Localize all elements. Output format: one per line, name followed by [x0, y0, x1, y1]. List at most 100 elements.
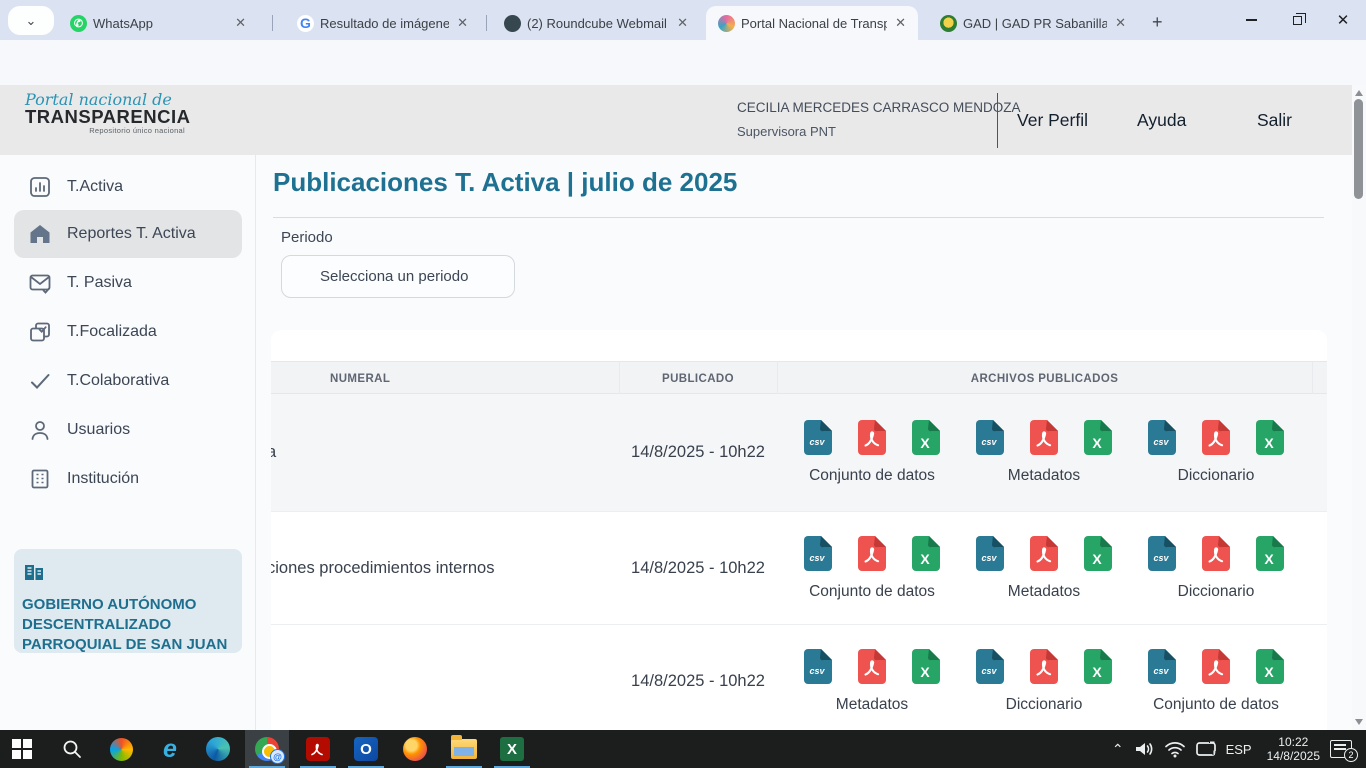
user-info: CECILIA MERCEDES CARRASCO MENDOZA Superv…	[737, 100, 987, 139]
taskbar-search-button[interactable]	[50, 730, 94, 768]
pdf-file-icon[interactable]	[858, 420, 886, 455]
csv-file-icon[interactable]	[1148, 536, 1176, 571]
pdf-file-icon[interactable]	[858, 536, 886, 571]
title-divider	[273, 217, 1324, 218]
tab-separator	[486, 15, 487, 31]
csv-file-icon[interactable]	[976, 420, 1004, 455]
xls-file-icon[interactable]	[912, 649, 940, 684]
file-group-label: Diccionario	[1006, 696, 1083, 714]
xls-file-icon[interactable]	[1256, 536, 1284, 571]
language-indicator[interactable]: ESP	[1226, 742, 1252, 757]
csv-file-icon[interactable]	[804, 649, 832, 684]
taskbar-chrome-button[interactable]: @	[245, 730, 289, 768]
file-group: Diccionario	[1131, 420, 1301, 485]
wifi-icon[interactable]	[1164, 740, 1186, 758]
tray-clock[interactable]: 10:22 14/8/2025	[1267, 735, 1320, 763]
sidebar-item-institucion[interactable]: Institución	[14, 455, 242, 503]
numeral-cell: ciones procedimientos internos	[271, 512, 619, 624]
pdf-file-icon[interactable]	[1202, 536, 1230, 571]
sidebar-item-reportes-t-activa[interactable]: Reportes T. Activa	[14, 210, 242, 258]
csv-file-icon[interactable]	[804, 420, 832, 455]
taskbar-edge-button[interactable]	[196, 730, 240, 768]
tab-portal-transparencia-active[interactable]: Portal Nacional de Transpare ✕	[706, 6, 918, 40]
taskbar-firefox-button[interactable]	[393, 730, 437, 768]
tab-close-icon[interactable]: ✕	[893, 15, 908, 31]
period-select[interactable]: Selecciona un periodo	[281, 255, 515, 298]
files-cell: Conjunto de datos Metadatos	[777, 512, 1312, 624]
tab-gad-sabanilla[interactable]: GAD | GAD PR Sabanilla | ✕	[928, 6, 1138, 40]
new-tab-button[interactable]: +	[1152, 12, 1163, 33]
pdf-file-icon[interactable]	[1030, 536, 1058, 571]
scrollbar-thumb[interactable]	[1354, 99, 1363, 199]
table-row: ciones procedimientos internos 14/8/2025…	[271, 512, 1327, 625]
pdf-file-icon[interactable]	[1202, 649, 1230, 684]
column-header-numeral: NUMERAL	[330, 362, 390, 395]
pnt-logo[interactable]: Portal nacional de TRANSPARENCIA Reposit…	[25, 93, 185, 135]
institution-card[interactable]: GOBIERNO AUTÓNOMO DESCENTRALIZADO PARROQ…	[14, 549, 242, 653]
sidebar-item-label: T. Pasiva	[67, 274, 132, 292]
taskbar-copilot-button[interactable]	[99, 730, 143, 768]
column-header-archivos: ARCHIVOS PUBLICADOS	[777, 362, 1312, 395]
browser-tab-strip: ⌄ ✆ WhatsApp ✕ G Resultado de imágenes d…	[0, 0, 1366, 40]
sidebar-item-label: Reportes T. Activa	[67, 225, 196, 243]
browser-toolbar: ← → ↻ transparencia.dpe.gob.ec/admin/rep…	[0, 40, 1366, 85]
xls-file-icon[interactable]	[1256, 420, 1284, 455]
restore-button[interactable]	[1274, 0, 1320, 40]
tab-whatsapp[interactable]: ✆ WhatsApp ✕	[58, 6, 258, 40]
csv-file-icon[interactable]	[1148, 420, 1176, 455]
taskbar-internet-explorer-button[interactable]: e	[148, 730, 192, 768]
taskbar-outlook-button[interactable]: O	[344, 730, 388, 768]
tab-close-icon[interactable]: ✕	[1113, 15, 1128, 31]
xls-file-icon[interactable]	[1084, 536, 1112, 571]
ayuda-link[interactable]: Ayuda	[1137, 110, 1186, 131]
tab-google-images[interactable]: G Resultado de imágenes de G ✕	[285, 6, 480, 40]
tab-roundcube[interactable]: (2) Roundcube Webmail :: En ✕	[492, 6, 700, 40]
action-center-icon[interactable]: 2	[1330, 740, 1352, 758]
user-icon	[28, 418, 52, 442]
close-button[interactable]: ✕	[1320, 0, 1366, 40]
tray-time: 10:22	[1267, 735, 1320, 749]
xls-file-icon[interactable]	[1084, 649, 1112, 684]
page-scrollbar[interactable]	[1352, 85, 1366, 730]
pdf-file-icon[interactable]	[858, 649, 886, 684]
csv-file-icon[interactable]	[1148, 649, 1176, 684]
xls-file-icon[interactable]	[912, 420, 940, 455]
csv-file-icon[interactable]	[976, 536, 1004, 571]
tab-close-icon[interactable]: ✕	[233, 15, 248, 31]
tab-search-button[interactable]: ⌄	[8, 6, 54, 35]
scroll-down-icon[interactable]	[1355, 719, 1363, 725]
tab-close-icon[interactable]: ✕	[455, 15, 470, 31]
bar-chart-icon	[28, 175, 52, 199]
cast-display-icon[interactable]	[1195, 740, 1217, 758]
taskbar-acrobat-button[interactable]	[296, 730, 340, 768]
xls-file-icon[interactable]	[1256, 649, 1284, 684]
start-button[interactable]	[0, 730, 44, 768]
period-select-value: Selecciona un periodo	[320, 268, 468, 285]
table-row: a 14/8/2025 - 10h22 Conjunto de datos	[271, 394, 1327, 512]
sidebar-item-t-focalizada[interactable]: T.Focalizada	[14, 308, 242, 356]
sidebar-item-t-colaborativa[interactable]: T.Colaborativa	[14, 357, 242, 405]
pdf-file-icon[interactable]	[1030, 649, 1058, 684]
sidebar-item-t-pasiva[interactable]: T. Pasiva	[14, 259, 242, 307]
tray-expand-icon[interactable]: ⌃	[1112, 741, 1124, 758]
tab-close-icon[interactable]: ✕	[675, 15, 690, 31]
minimize-button[interactable]	[1228, 0, 1274, 40]
taskbar-file-explorer-button[interactable]	[442, 730, 486, 768]
table-row: 14/8/2025 - 10h22 Metadatos	[271, 625, 1327, 730]
pdf-file-icon[interactable]	[1202, 420, 1230, 455]
csv-file-icon[interactable]	[804, 536, 832, 571]
scroll-up-icon[interactable]	[1355, 90, 1363, 96]
salir-link[interactable]: Salir	[1257, 110, 1292, 131]
file-group-label: Conjunto de datos	[809, 467, 935, 485]
xls-file-icon[interactable]	[912, 536, 940, 571]
pdf-file-icon[interactable]	[1030, 420, 1058, 455]
sidebar-item-usuarios[interactable]: Usuarios	[14, 406, 242, 454]
sidebar-item-t-activa[interactable]: T.Activa	[14, 163, 242, 211]
search-icon	[61, 738, 83, 760]
speaker-icon[interactable]	[1133, 740, 1155, 758]
csv-file-icon[interactable]	[976, 649, 1004, 684]
ver-perfil-link[interactable]: Ver Perfil	[1017, 110, 1088, 131]
files-cell: Conjunto de datos Metadatos	[777, 394, 1312, 511]
taskbar-excel-button[interactable]: X	[490, 730, 534, 768]
xls-file-icon[interactable]	[1084, 420, 1112, 455]
